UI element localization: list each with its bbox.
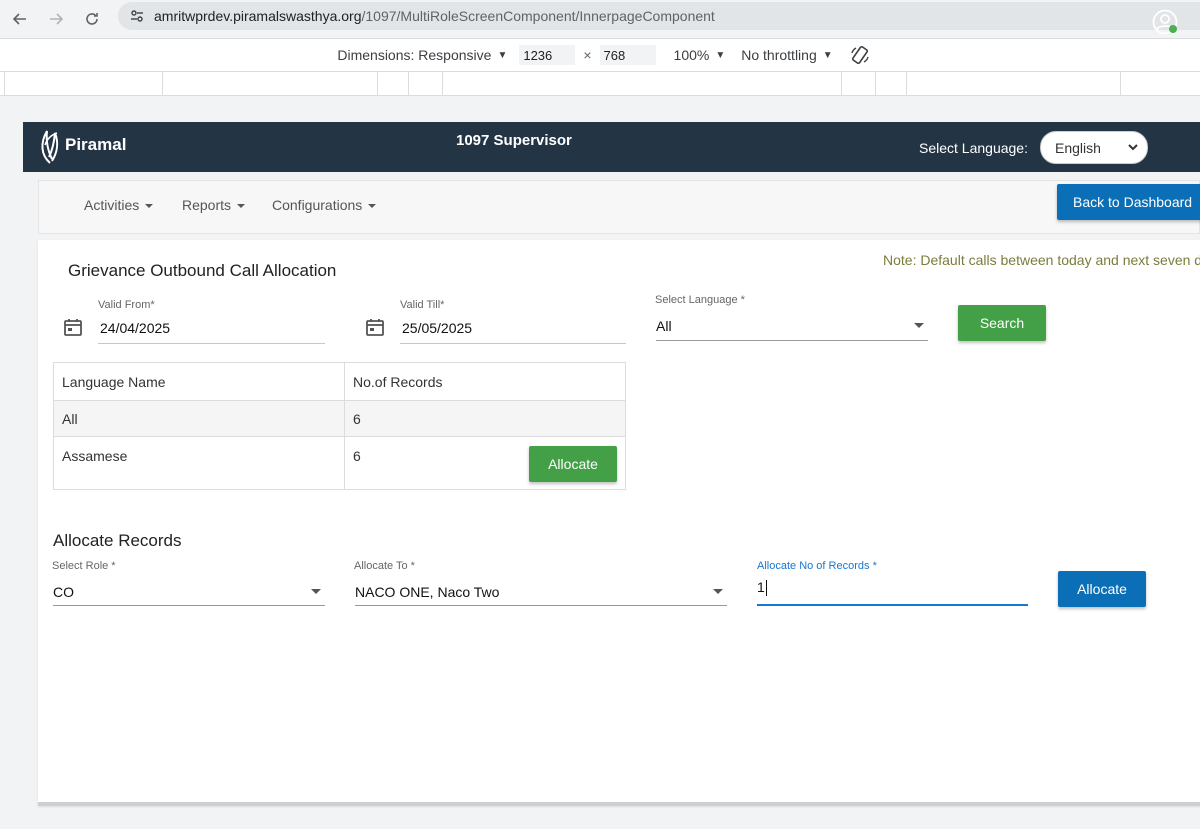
ruler-mark bbox=[4, 72, 5, 96]
calendar-icon[interactable] bbox=[365, 317, 385, 337]
menu-label: Reports bbox=[182, 197, 232, 213]
select-language-underline bbox=[656, 340, 928, 341]
throttling-dropdown[interactable]: No throttling ▼ bbox=[741, 47, 832, 63]
zoom-dropdown[interactable]: 100% ▼ bbox=[674, 47, 726, 63]
menu-reports[interactable]: Reports bbox=[182, 197, 246, 213]
language-cell: Assamese bbox=[53, 436, 345, 490]
device-ruler bbox=[0, 72, 1200, 96]
allocate-button[interactable]: Allocate bbox=[1058, 571, 1146, 607]
language-select[interactable]: English bbox=[1040, 131, 1148, 164]
chevron-down-icon bbox=[1128, 144, 1138, 151]
app-title: 1097 Supervisor bbox=[456, 132, 572, 149]
allocate-to-underline bbox=[355, 605, 727, 606]
caret-down-icon bbox=[237, 204, 246, 208]
caret-down-icon bbox=[368, 204, 377, 208]
caret-down-icon bbox=[145, 204, 154, 208]
records-cell: 6 bbox=[344, 400, 626, 437]
calendar-icon[interactable] bbox=[63, 317, 83, 337]
ruler-mark bbox=[377, 72, 378, 96]
url-host: amritwprdev.piramalswasthya.org bbox=[154, 8, 362, 24]
caret-down-icon bbox=[713, 589, 723, 594]
ruler-mark bbox=[875, 72, 876, 96]
caret-down-icon: ▼ bbox=[822, 49, 833, 61]
menu-label: Activities bbox=[84, 197, 140, 213]
browser-toolbar: amritwprdev.piramalswasthya.org/1097/Mul… bbox=[0, 0, 1200, 38]
device-toolbar: Dimensions: Responsive ▼ × 100% ▼ No throt… bbox=[0, 38, 1200, 72]
allocate-count-input[interactable]: 1 bbox=[757, 579, 767, 597]
table-row[interactable]: All 6 bbox=[53, 400, 626, 437]
url-text: amritwprdev.piramalswasthya.org/1097/Mul… bbox=[154, 8, 715, 24]
caret-down-icon: ▼ bbox=[497, 49, 508, 61]
dimensions-label: Dimensions: Responsive bbox=[337, 47, 492, 63]
valid-from-underline bbox=[98, 343, 325, 344]
throttling-label: No throttling bbox=[741, 47, 817, 63]
allocate-count-value: 1 bbox=[757, 579, 765, 595]
ruler-mark bbox=[906, 72, 907, 96]
column-header-records: No.of Records bbox=[344, 362, 626, 401]
table-header-row: Language Name No.of Records bbox=[53, 362, 626, 401]
top-navbar: Activities Reports Configurations bbox=[38, 180, 1200, 234]
forward-arrow-icon[interactable] bbox=[38, 4, 74, 34]
valid-from-label: Valid From* bbox=[98, 299, 155, 311]
address-bar[interactable]: amritwprdev.piramalswasthya.org/1097/Mul… bbox=[118, 2, 1200, 30]
piramal-logo[interactable]: Piramal bbox=[37, 125, 126, 165]
piramal-leaf-icon bbox=[41, 130, 59, 164]
online-status-dot bbox=[1169, 25, 1177, 33]
allocate-to-dropdown[interactable]: NACO ONE, Naco Two bbox=[355, 584, 499, 600]
allocate-to-label: Allocate To * bbox=[354, 560, 415, 572]
valid-till-label: Valid Till* bbox=[400, 299, 445, 311]
select-role-label: Select Role * bbox=[52, 560, 116, 572]
select-language-label: Select Language * bbox=[655, 294, 745, 306]
menu-label: Configurations bbox=[272, 197, 363, 213]
app-header: Piramal 1097 Supervisor Select Language:… bbox=[23, 122, 1200, 172]
main-card: Grievance Outbound Call Allocation Note:… bbox=[38, 240, 1200, 806]
menu-activities[interactable]: Activities bbox=[84, 197, 154, 213]
url-path: /1097/MultiRoleScreenComponent/Innerpage… bbox=[361, 8, 715, 24]
back-arrow-icon[interactable] bbox=[2, 4, 38, 34]
caret-down-icon bbox=[914, 323, 924, 328]
allocate-count-label-text: Allocate No of Records bbox=[757, 560, 870, 572]
back-to-dashboard-button[interactable]: Back to Dashboard bbox=[1057, 184, 1200, 220]
language-label: Select Language: bbox=[919, 140, 1028, 156]
language-cell: All bbox=[53, 400, 345, 437]
dimensions-dropdown[interactable]: Dimensions: Responsive ▼ bbox=[337, 47, 507, 63]
valid-from-input[interactable]: 24/04/2025 bbox=[100, 320, 170, 336]
times-sign: × bbox=[583, 47, 592, 63]
page-title: Grievance Outbound Call Allocation bbox=[68, 261, 337, 280]
rotate-icon[interactable] bbox=[849, 44, 871, 66]
ruler-mark bbox=[841, 72, 842, 96]
reload-icon[interactable] bbox=[74, 4, 110, 34]
note-text: Note: Default calls between today and ne… bbox=[883, 252, 1200, 268]
valid-till-underline bbox=[400, 343, 626, 344]
caret-down-icon bbox=[311, 589, 321, 594]
ruler-mark bbox=[442, 72, 443, 96]
allocate-records-title: Allocate Records bbox=[53, 531, 182, 550]
ruler-mark bbox=[408, 72, 409, 96]
width-input[interactable] bbox=[519, 45, 576, 65]
allocate-count-underline bbox=[757, 604, 1028, 606]
ruler-mark bbox=[1120, 72, 1121, 96]
text-cursor bbox=[765, 580, 767, 597]
ruler-mark bbox=[162, 72, 163, 96]
column-header-language: Language Name bbox=[53, 362, 345, 401]
row-allocate-button[interactable]: Allocate bbox=[529, 446, 617, 482]
valid-till-input[interactable]: 25/05/2025 bbox=[402, 320, 472, 336]
caret-down-icon: ▼ bbox=[715, 49, 726, 61]
search-button[interactable]: Search bbox=[958, 305, 1046, 341]
select-role-underline bbox=[53, 605, 325, 606]
menu-configurations[interactable]: Configurations bbox=[272, 197, 377, 213]
select-role-dropdown[interactable]: CO bbox=[53, 584, 74, 600]
allocate-count-label: Allocate No of Records * bbox=[757, 560, 877, 572]
zoom-label: 100% bbox=[673, 47, 710, 63]
logo-text: Piramal bbox=[65, 135, 127, 154]
select-language-dropdown[interactable]: All bbox=[656, 318, 672, 334]
height-input[interactable] bbox=[599, 45, 656, 65]
required-mark: * bbox=[872, 560, 877, 572]
site-settings-icon[interactable] bbox=[128, 7, 146, 25]
language-select-value: English bbox=[1055, 139, 1101, 156]
